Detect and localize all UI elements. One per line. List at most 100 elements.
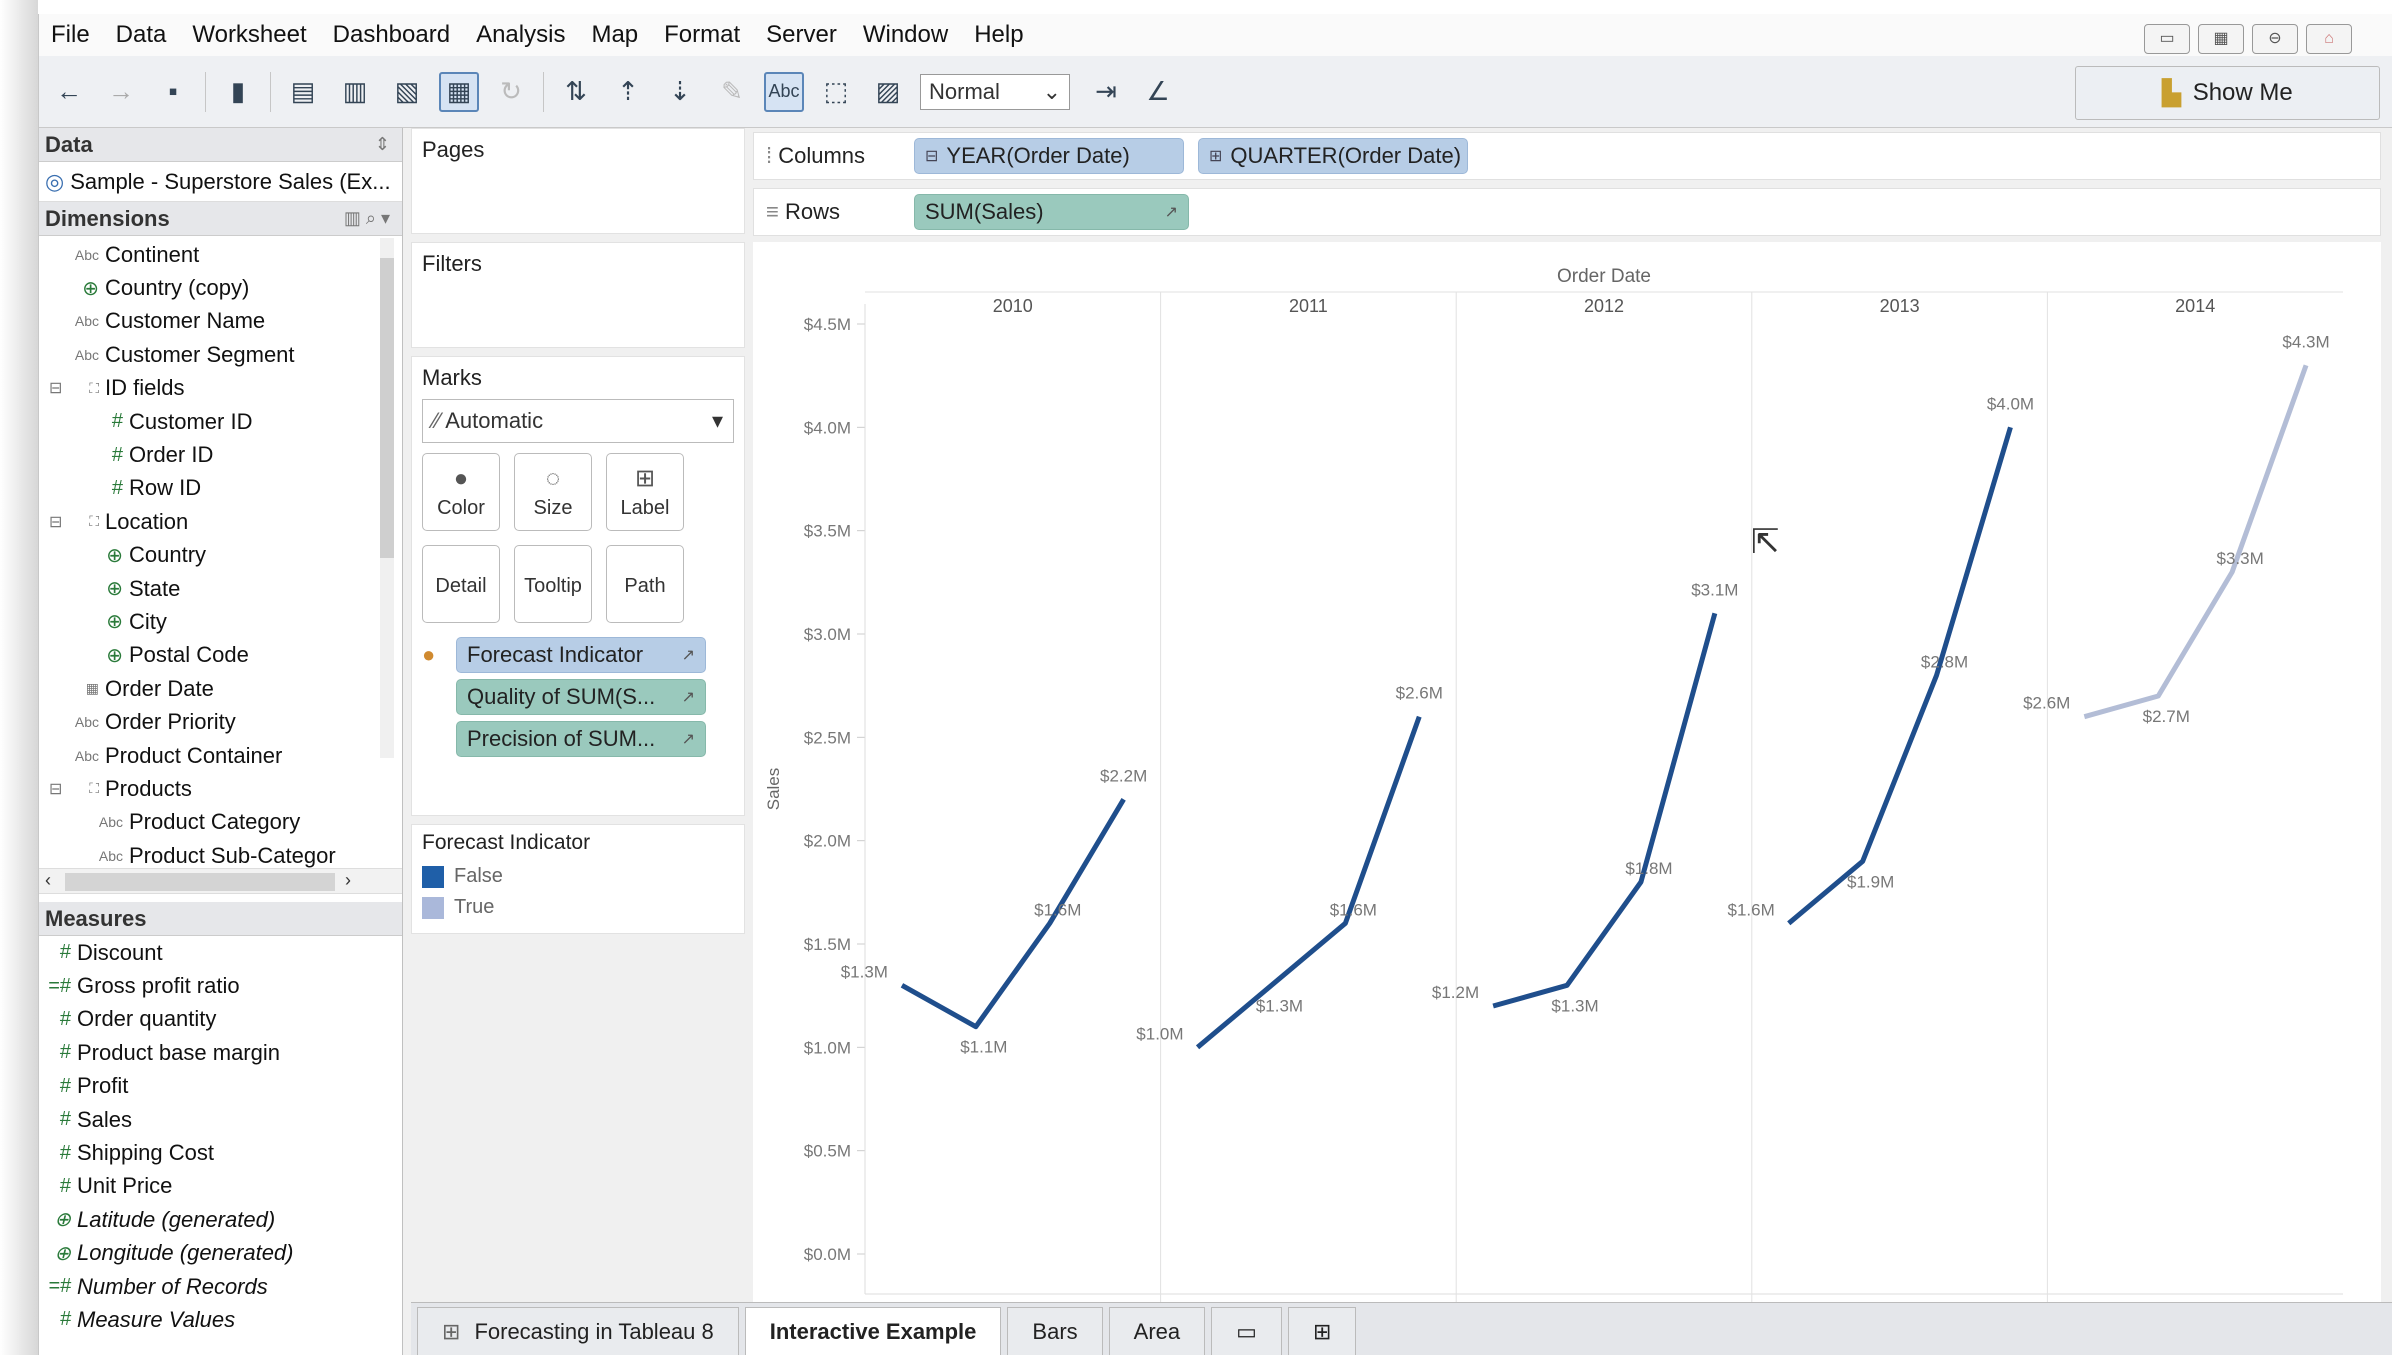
measure-field[interactable]: ⊕ Longitude (generated) [39, 1237, 402, 1270]
filters-card[interactable]: Filters [411, 242, 745, 348]
dimension-field[interactable]: ⊕ Country (copy) [39, 271, 402, 304]
show-me-button[interactable]: ▙ Show Me [2075, 66, 2380, 120]
clear-sheet-icon[interactable]: ▧ [387, 72, 427, 112]
dimension-field[interactable]: Abc Customer Name [39, 305, 402, 338]
menu-dashboard[interactable]: Dashboard [333, 21, 450, 49]
tooltip-icon[interactable]: ⬚ [816, 72, 856, 112]
new-worksheet-icon[interactable]: ▤ [283, 72, 323, 112]
sort-desc-icon[interactable]: ⇣ [660, 72, 700, 112]
pages-card[interactable]: Pages [411, 128, 745, 234]
pin-icon[interactable]: ⇕ [375, 134, 390, 155]
dimension-field[interactable]: # Row ID [39, 472, 402, 505]
dimension-field[interactable]: # Customer ID [39, 405, 402, 438]
columns-pill[interactable]: ⊞ QUARTER(Order Date) [1198, 138, 1468, 174]
dimension-field[interactable]: Abc Customer Segment [39, 338, 402, 371]
menu-format[interactable]: Format [664, 21, 740, 49]
dimension-field[interactable]: # Order ID [39, 438, 402, 471]
new-dashboard-tab-icon[interactable]: ⊞ [1287, 1307, 1357, 1355]
collapse-icon[interactable]: ⊟ [49, 779, 67, 799]
dimension-field[interactable]: Abc Product Container [39, 739, 402, 772]
dimension-field[interactable]: Abc Continent [39, 238, 402, 271]
measure-field[interactable]: # Order quantity [39, 1003, 402, 1036]
show-labels-icon[interactable]: Abc [764, 71, 804, 112]
mark-label-button[interactable]: ⊞ Label [606, 453, 684, 531]
menu-window[interactable]: Window [863, 21, 948, 49]
new-worksheet-tab-icon[interactable]: ▭ [1211, 1307, 1282, 1355]
sheet-tab[interactable]: Area [1108, 1307, 1206, 1355]
measure-field[interactable]: # Profit [39, 1070, 402, 1103]
dimension-field[interactable]: ⊕ State [39, 572, 402, 605]
dimension-field[interactable]: ▦ Order Date [39, 672, 402, 705]
home-icon[interactable]: ⌂ [2306, 24, 2352, 54]
auto-update-icon[interactable]: ▦ [439, 71, 479, 112]
datasource-icon[interactable]: ▮ [218, 72, 258, 112]
rows-pill[interactable]: SUM(Sales) ↗ [914, 194, 1189, 230]
dimension-field[interactable]: ⊕ City [39, 605, 402, 638]
measure-field[interactable]: =# Gross profit ratio [39, 969, 402, 1002]
collapse-icon[interactable]: ⊟ [49, 378, 67, 398]
fit-select[interactable]: Normal ⌄ [920, 73, 1070, 110]
horizontal-scrollbar[interactable]: ‹ › [39, 868, 402, 894]
expand-icon[interactable]: ⊞ [1209, 146, 1222, 166]
duplicate-sheet-icon[interactable]: ▥ [335, 72, 375, 112]
mark-pill[interactable]: Precision of SUM... ↗ [456, 721, 706, 757]
mark-detail-button[interactable]: Detail [422, 545, 500, 623]
mark-size-button[interactable]: ◌ Size [514, 453, 592, 531]
dimensions-scrollbar[interactable] [380, 238, 394, 758]
columns-pill[interactable]: ⊟ YEAR(Order Date) [914, 138, 1184, 174]
sheet-tab[interactable]: Bars [1007, 1307, 1103, 1355]
annotate-icon[interactable]: ∠ [1138, 72, 1178, 112]
grid-icon[interactable]: ▦ [2198, 24, 2244, 54]
measure-field[interactable]: =# Number of Records [39, 1270, 402, 1303]
menu-help[interactable]: Help [974, 21, 1023, 49]
legend-item[interactable]: True [412, 892, 744, 923]
mark-path-button[interactable]: Path [606, 545, 684, 623]
mark-pill[interactable]: Forecast Indicator ↗ [456, 637, 706, 673]
refresh-icon[interactable]: ↻ [491, 72, 531, 112]
measure-field[interactable]: # Measure Values [39, 1303, 402, 1336]
sheet-tab[interactable]: ⊞ Forecasting in Tableau 8 [417, 1307, 739, 1355]
forward-icon[interactable]: → [101, 72, 141, 112]
measure-field[interactable]: # Product base margin [39, 1036, 402, 1069]
highlight-icon[interactable]: ✎ [712, 72, 752, 112]
legend-item[interactable]: False [412, 861, 744, 892]
menu-analysis[interactable]: Analysis [476, 21, 565, 49]
menu-map[interactable]: Map [591, 21, 638, 49]
dimension-field[interactable]: Abc Order Priority [39, 705, 402, 738]
mark-tooltip-button[interactable]: Tooltip [514, 545, 592, 623]
menu-worksheet[interactable]: Worksheet [192, 21, 306, 49]
sheet-tab[interactable]: Interactive Example [744, 1307, 1002, 1355]
measure-field[interactable]: # Discount [39, 936, 402, 969]
search-icon[interactable]: ▥ ⌕ ▾ [344, 208, 390, 229]
save-icon[interactable]: ▪ [153, 72, 193, 112]
dimension-field[interactable]: Abc Product Category [39, 806, 402, 839]
pin-icon[interactable]: ⇥ [1086, 72, 1126, 112]
dimension-field[interactable]: ⊕ Postal Code [39, 639, 402, 672]
restore-icon[interactable]: ▭ [2144, 24, 2190, 54]
swap-icon[interactable]: ⇅ [556, 72, 596, 112]
dimension-field[interactable]: ⊟ ⛶ ID fields [39, 372, 402, 405]
measure-field[interactable]: # Shipping Cost [39, 1136, 402, 1169]
measure-field[interactable]: ⊕ Latitude (generated) [39, 1203, 402, 1236]
measure-field[interactable]: # Unit Price [39, 1170, 402, 1203]
mark-type-dropdown[interactable]: ⁄⁄ Automatic ▾ [422, 399, 734, 443]
menu-file[interactable]: File [51, 21, 90, 49]
collapse-icon[interactable]: ⊟ [49, 512, 67, 532]
sort-asc-icon[interactable]: ⇡ [608, 72, 648, 112]
expand-icon[interactable]: ⊟ [925, 146, 938, 166]
chart-view[interactable]: Order Date Sales $0.0M $0.5M $1.0M $1.5M $2.0M… [753, 242, 2381, 1334]
mark-pill[interactable]: Quality of SUM(S... ↗ [456, 679, 706, 715]
measure-field[interactable]: # Sales [39, 1103, 402, 1136]
dimension-field[interactable]: Abc Product Sub-Categor [39, 839, 402, 868]
cylinder-icon[interactable]: ⊖ [2252, 24, 2298, 54]
dimension-field[interactable]: ⊟ ⛶ Location [39, 505, 402, 538]
menu-server[interactable]: Server [766, 21, 837, 49]
menu-data[interactable]: Data [116, 21, 167, 49]
fix-axes-icon[interactable]: ▨ [868, 72, 908, 112]
dimension-field[interactable]: ⊟ ⛶ Products [39, 772, 402, 805]
back-icon[interactable]: ← [49, 72, 89, 112]
columns-shelf[interactable]: ⁞ Columns ⊟ YEAR(Order Date) ⊞ QUARTER(Order… [753, 132, 2381, 180]
dimension-field[interactable]: ⊕ Country [39, 539, 402, 572]
rows-shelf[interactable]: ≡ Rows SUM(Sales) ↗ [753, 188, 2381, 236]
mark-color-button[interactable]: ● Color [422, 453, 500, 531]
